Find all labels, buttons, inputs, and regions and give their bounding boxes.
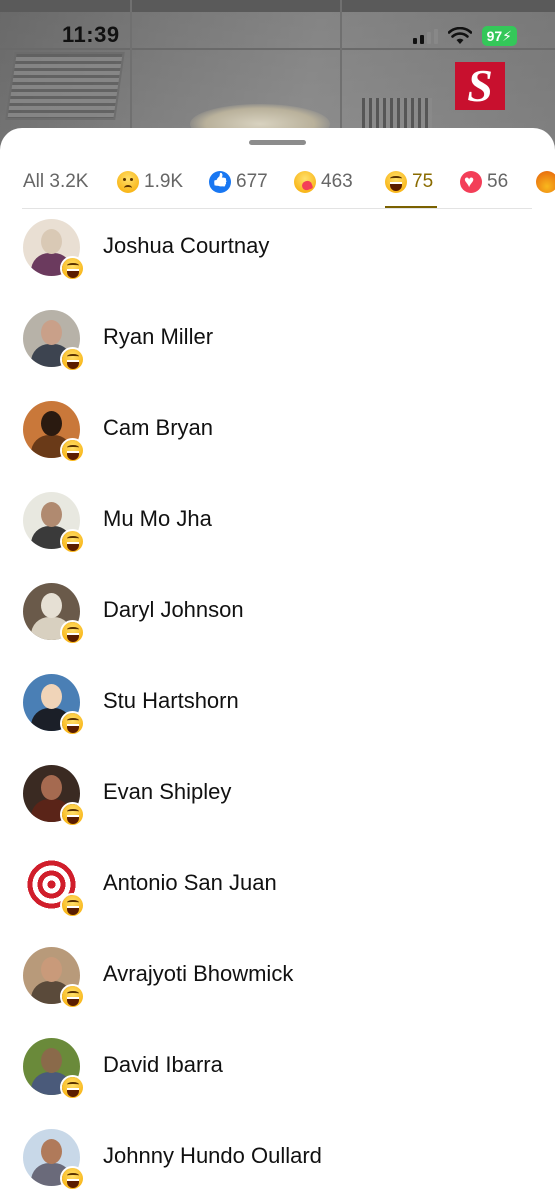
reaction-badge [60,438,85,463]
reaction-badge [60,984,85,1009]
ceiling-vent [362,98,432,130]
reaction-tab-angry[interactable] [536,156,555,208]
reaction-tab-love[interactable]: 56 [460,156,508,208]
reactor-row[interactable]: Mu Mo Jha [0,492,555,583]
reaction-tab-count: 56 [487,171,509,192]
reactor-name[interactable]: Cam Bryan [103,415,213,441]
reaction-tab-count: 1.9K [144,171,184,192]
reactor-name[interactable]: Ryan Miller [103,324,213,350]
cellular-signal-icon [412,28,438,44]
reaction-badge [60,893,85,918]
status-icons: 97⚡ [412,26,517,46]
reactor-row[interactable]: Johnny Hundo Oullard [0,1129,555,1200]
ceiling-seam [340,0,342,140]
reactor-row[interactable]: David Ibarra [0,1038,555,1129]
reactor-row[interactable]: Cam Bryan [0,401,555,492]
tabs-divider [22,208,532,209]
ceiling-vent [5,52,125,120]
reactor-name[interactable]: Mu Mo Jha [103,506,212,532]
reaction-tabs: All 3.2K 1.9K 677 463 75 56 [0,156,555,208]
reactor-name[interactable]: Johnny Hundo Oullard [103,1143,322,1169]
reactor-row[interactable]: Evan Shipley [0,765,555,856]
ceiling-seam [0,48,555,50]
status-time: 11:39 [62,22,120,47]
haha-reaction-icon [62,440,83,461]
haha-reaction-icon [62,258,83,279]
reactor-name[interactable]: Daryl Johnson [103,597,244,623]
reaction-tab-count: 677 [236,171,268,192]
ceiling-seam [130,0,132,140]
reaction-badge [60,711,85,736]
haha-reaction-icon [62,1168,83,1189]
reaction-tab-count: 75 [412,171,434,192]
haha-reaction-icon [62,804,83,825]
charging-bolt-icon: ⚡ [502,28,512,44]
brand-logo: S [455,62,505,110]
reaction-badge [60,256,85,281]
reactor-name[interactable]: Avrajyoti Bhowmick [103,961,293,987]
haha-reaction-icon [62,895,83,916]
reactor-row[interactable]: Joshua Courtnay [0,219,555,310]
haha-reaction-icon [385,171,407,193]
love-reaction-icon [460,171,482,193]
haha-reaction-icon [62,986,83,1007]
reaction-badge [60,529,85,554]
battery-level: 97 [486,28,503,44]
reaction-tab-count: 463 [321,171,353,192]
reactor-name[interactable]: Antonio San Juan [103,870,277,896]
reaction-badge [60,1166,85,1191]
reaction-badge [60,802,85,827]
reactor-row[interactable]: Antonio San Juan [0,856,555,947]
reactor-name[interactable]: Evan Shipley [103,779,231,805]
reactor-row[interactable]: Daryl Johnson [0,583,555,674]
haha-reaction-icon [62,349,83,370]
reaction-tab-care[interactable]: 463 [294,156,353,208]
haha-reaction-icon [62,531,83,552]
top-edge [0,0,555,12]
reactions-sheet: All 3.2K 1.9K 677 463 75 56 Joshua Courtnay Ry… [0,128,555,1200]
like-reaction-icon [209,171,231,193]
reaction-tab-count: All 3.2K [23,171,89,192]
reaction-tab-like[interactable]: 677 [209,156,268,208]
reaction-badge [60,620,85,645]
wifi-icon [447,27,472,44]
battery-indicator: 97⚡ [481,26,517,46]
haha-reaction-icon [62,713,83,734]
reaction-tab-haha[interactable]: 75 [385,156,433,208]
angry-reaction-icon [536,171,555,193]
reactor-row[interactable]: Ryan Miller [0,310,555,401]
reaction-badge [60,347,85,372]
reactor-row[interactable]: Stu Hartshorn [0,674,555,765]
care-reaction-icon [294,171,316,193]
reactor-row[interactable]: Avrajyoti Bhowmick [0,947,555,1038]
sad-reaction-icon [117,171,139,193]
reactor-name[interactable]: Stu Hartshorn [103,688,239,714]
reactor-name[interactable]: Joshua Courtnay [103,233,269,259]
reaction-tab-all[interactable]: All 3.2K [23,156,88,208]
haha-reaction-icon [62,1077,83,1098]
reaction-tab-sad[interactable]: 1.9K [117,156,183,208]
sheet-grabber-handle[interactable] [249,140,306,145]
reaction-badge [60,1075,85,1100]
haha-reaction-icon [62,622,83,643]
reactor-name[interactable]: David Ibarra [103,1052,223,1078]
